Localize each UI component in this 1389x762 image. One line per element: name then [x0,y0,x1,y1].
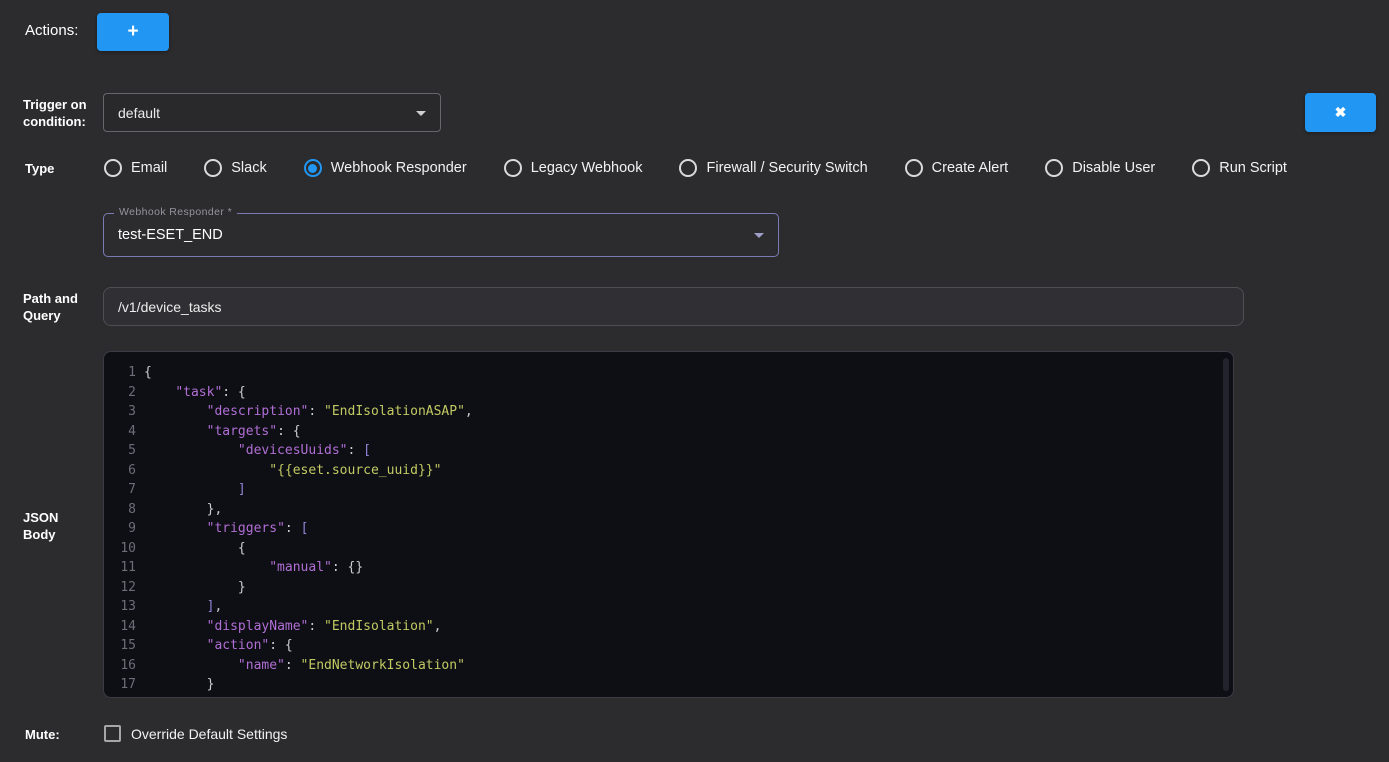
path-query-label: Path and Query [23,290,93,324]
plus-icon: + [127,21,138,43]
code-line: 18 } [104,695,1233,699]
line-number: 13 [104,597,144,617]
type-option-label: Disable User [1072,160,1155,176]
json-body-editor[interactable]: 1{2 "task": {3 "description": "EndIsolat… [103,351,1234,698]
code-line: 17 } [104,675,1233,695]
type-option-email[interactable]: Email [104,159,167,177]
radio-icon[interactable] [1045,159,1063,177]
type-option-firewall-security-switch[interactable]: Firewall / Security Switch [679,159,867,177]
code-line: 10 { [104,539,1233,559]
code-line: 4 "targets": { [104,422,1233,442]
type-option-webhook-responder[interactable]: Webhook Responder [304,159,467,177]
path-query-value: /v1/device_tasks [118,299,222,315]
chevron-down-icon [416,111,426,116]
code-line: 14 "displayName": "EndIsolation", [104,617,1233,637]
line-number: 2 [104,383,144,403]
code-lines: 1{2 "task": {3 "description": "EndIsolat… [104,363,1233,698]
type-option-label: Run Script [1219,160,1287,176]
code-line: 1{ [104,363,1233,383]
add-action-button[interactable]: + [97,13,169,51]
code-line: 5 "devicesUuids": [ [104,441,1233,461]
editor-scrollbar[interactable] [1223,358,1229,691]
type-option-label: Webhook Responder [331,160,467,176]
type-option-legacy-webhook[interactable]: Legacy Webhook [504,159,643,177]
override-default-settings-checkbox[interactable] [104,725,121,742]
line-number: 15 [104,636,144,656]
code-line: 9 "triggers": [ [104,519,1233,539]
code-line: 13 ], [104,597,1233,617]
radio-icon[interactable] [104,159,122,177]
type-option-run-script[interactable]: Run Script [1192,159,1287,177]
line-number: 8 [104,500,144,520]
line-number: 10 [104,539,144,559]
line-number: 9 [104,519,144,539]
code-line: 11 "manual": {} [104,558,1233,578]
type-option-label: Email [131,160,167,176]
radio-icon[interactable] [504,159,522,177]
line-number: 4 [104,422,144,442]
code-line: 3 "description": "EndIsolationASAP", [104,402,1233,422]
override-default-settings-label: Override Default Settings [131,726,287,742]
line-number: 11 [104,558,144,578]
radio-icon[interactable] [679,159,697,177]
chevron-down-icon [754,233,764,238]
radio-icon[interactable] [304,159,322,177]
line-number: 5 [104,441,144,461]
actions-label: Actions: [25,22,78,39]
line-number: 1 [104,363,144,383]
type-option-label: Create Alert [932,160,1009,176]
line-number: 7 [104,480,144,500]
code-line: 12 } [104,578,1233,598]
remove-action-button[interactable]: ✖ [1305,93,1376,132]
type-option-create-alert[interactable]: Create Alert [905,159,1009,177]
webhook-responder-select[interactable]: Webhook Responder * test-ESET_END [103,213,779,257]
line-number: 17 [104,675,144,695]
trigger-condition-value: default [118,105,160,121]
radio-icon[interactable] [1192,159,1210,177]
trigger-condition-label: Trigger on condition: [23,96,93,130]
type-option-slack[interactable]: Slack [204,159,266,177]
type-option-disable-user[interactable]: Disable User [1045,159,1155,177]
type-label: Type [25,160,95,177]
line-number: 14 [104,617,144,637]
path-query-input[interactable]: /v1/device_tasks [103,287,1244,326]
type-option-label: Firewall / Security Switch [706,160,867,176]
type-option-label: Legacy Webhook [531,160,643,176]
mute-label: Mute: [25,726,95,743]
line-number: 16 [104,656,144,676]
code-line: 6 "{{eset.source_uuid}}" [104,461,1233,481]
radio-icon[interactable] [204,159,222,177]
json-body-label: JSON Body [23,509,93,543]
line-number: 18 [104,695,144,699]
code-line: 8 }, [104,500,1233,520]
type-options: Email Slack Webhook Responder Legacy Webhoo… [104,155,1287,181]
code-line: 15 "action": { [104,636,1233,656]
type-option-label: Slack [231,160,266,176]
code-line: 2 "task": { [104,383,1233,403]
action-config-panel: Actions: + Trigger on condition: default… [0,0,1389,762]
webhook-responder-value: test-ESET_END [118,227,223,243]
webhook-responder-floating-label: Webhook Responder * [114,206,237,218]
line-number: 6 [104,461,144,481]
close-icon: ✖ [1335,104,1347,121]
code-line: 16 "name": "EndNetworkIsolation" [104,656,1233,676]
code-line: 7 ] [104,480,1233,500]
line-number: 3 [104,402,144,422]
trigger-condition-select[interactable]: default [103,93,441,132]
radio-icon[interactable] [905,159,923,177]
line-number: 12 [104,578,144,598]
